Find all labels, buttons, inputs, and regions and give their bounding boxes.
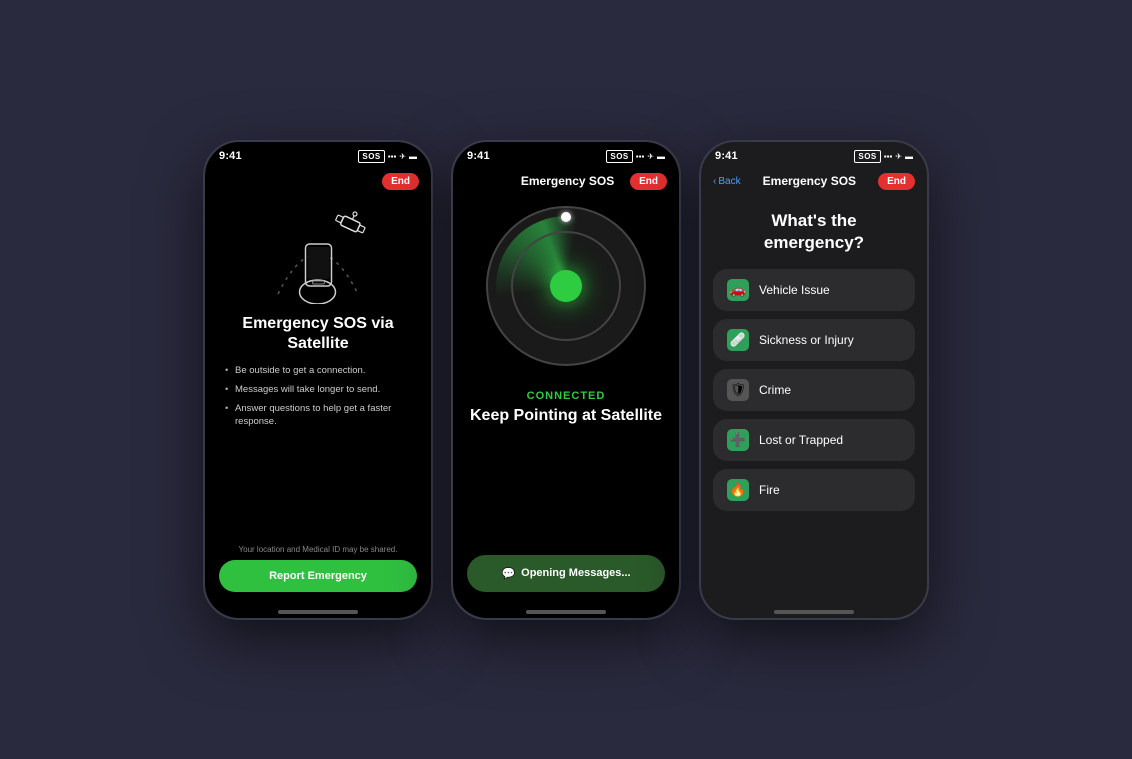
phone-frame-1: 9:41 SOS ▪▪▪ ✈ ▬ End [203, 140, 433, 620]
sos-badge-1: SOS [358, 150, 384, 163]
nav-bar-1: End [205, 167, 431, 196]
phone-frame-3: 9:41 SOS ▪▪▪ ✈ ▬ ‹ Back Emergency SOS En… [699, 140, 929, 620]
report-emergency-button[interactable]: Report Emergency [219, 560, 417, 592]
status-bar-2: 9:41 SOS ▪▪▪ ✈ ▬ [453, 142, 679, 167]
battery-icon-1: ▬ [409, 152, 417, 161]
power-button-2 [679, 222, 681, 252]
status-bar-1: 9:41 SOS ▪▪▪ ✈ ▬ [205, 142, 431, 167]
lost-icon: ➕ [727, 429, 749, 451]
satellite-illustration [258, 204, 378, 304]
mute-button-3 [699, 212, 701, 232]
status-icons-1: SOS ▪▪▪ ✈ ▬ [358, 150, 417, 163]
option-vehicle[interactable]: 🚗 Vehicle Issue [713, 269, 915, 311]
option-lost[interactable]: ➕ Lost or Trapped [713, 419, 915, 461]
status-time-3: 9:41 [715, 150, 738, 162]
volume-up-button [203, 242, 205, 270]
sickness-label: Sickness or Injury [759, 333, 854, 347]
opening-messages-text: Opening Messages... [521, 567, 630, 579]
opening-messages-button[interactable]: 💬 Opening Messages... [467, 555, 665, 592]
fire-icon: 🔥 [727, 479, 749, 501]
phone-screen-1: 9:41 SOS ▪▪▪ ✈ ▬ End [205, 142, 431, 618]
phone-3: 9:41 SOS ▪▪▪ ✈ ▬ ‹ Back Emergency SOS En… [699, 140, 929, 620]
status-time-2: 9:41 [467, 150, 490, 162]
keep-pointing-label: Keep Pointing at Satellite [470, 406, 662, 427]
battery-icon-2: ▬ [657, 152, 665, 161]
volume-down-button [203, 280, 205, 308]
vehicle-label: Vehicle Issue [759, 283, 830, 297]
phone-hand-svg [291, 234, 346, 304]
wifi-icon-2: ✈ [647, 152, 654, 161]
fire-label: Fire [759, 483, 780, 497]
signal-icon-1: ▪▪▪ [388, 152, 397, 161]
connected-label: CONNECTED [527, 390, 606, 402]
screen-connected: CONNECTED Keep Pointing at Satellite 💬 O… [453, 196, 679, 604]
mute-button [203, 212, 205, 232]
radar-satellite-dot [561, 212, 571, 222]
phone-screen-3: 9:41 SOS ▪▪▪ ✈ ▬ ‹ Back Emergency SOS En… [701, 142, 927, 618]
battery-icon-3: ▬ [905, 152, 913, 161]
bullet-2: Messages will take longer to send. [225, 384, 417, 397]
home-indicator-3 [774, 610, 854, 614]
volume-down-button-3 [699, 280, 701, 308]
screen1-title: Emergency SOS via Satellite [219, 314, 417, 356]
radar-center-dot [550, 270, 582, 302]
crime-label: Crime [759, 383, 791, 397]
nav-bar-2: Emergency SOS End [453, 167, 679, 196]
signal-icon-2: ▪▪▪ [636, 152, 645, 161]
back-label: Back [718, 176, 740, 187]
nav-bar-3: ‹ Back Emergency SOS End [701, 167, 927, 196]
screen1-bullets: Be outside to get a connection. Messages… [219, 365, 417, 434]
phone-frame-2: 9:41 SOS ▪▪▪ ✈ ▬ Emergency SOS End [451, 140, 681, 620]
bullet-1: Be outside to get a connection. [225, 365, 417, 378]
option-crime[interactable]: 🛡 Crime [713, 369, 915, 411]
phone-2: 9:41 SOS ▪▪▪ ✈ ▬ Emergency SOS End [451, 140, 681, 620]
home-indicator-1 [278, 610, 358, 614]
bullet-3: Answer questions to help get a faster re… [225, 403, 417, 429]
phone-1: 9:41 SOS ▪▪▪ ✈ ▬ End [203, 140, 433, 620]
screen1-footer: Your location and Medical ID may be shar… [219, 545, 417, 592]
message-icon: 💬 [501, 567, 515, 580]
sos-badge-2: SOS [606, 150, 632, 163]
status-icons-3: SOS ▪▪▪ ✈ ▬ [854, 150, 913, 163]
sos-badge-3: SOS [854, 150, 880, 163]
volume-up-button-3 [699, 242, 701, 270]
chevron-left-icon: ‹ [713, 176, 716, 187]
radar-container [486, 206, 646, 366]
nav-title-2: Emergency SOS [505, 174, 630, 188]
crime-icon: 🛡 [727, 379, 749, 401]
vehicle-icon: 🚗 [727, 279, 749, 301]
end-button-2[interactable]: End [630, 173, 667, 190]
lost-label: Lost or Trapped [759, 433, 843, 447]
phone-screen-2: 9:41 SOS ▪▪▪ ✈ ▬ Emergency SOS End [453, 142, 679, 618]
volume-down-button-2 [451, 280, 453, 308]
option-sickness[interactable]: 🩹 Sickness or Injury [713, 319, 915, 361]
mute-button-2 [451, 212, 453, 232]
status-icons-2: SOS ▪▪▪ ✈ ▬ [606, 150, 665, 163]
sickness-icon: 🩹 [727, 329, 749, 351]
power-button-3 [927, 222, 929, 252]
status-time-1: 9:41 [219, 150, 242, 162]
end-button-3[interactable]: End [878, 173, 915, 190]
status-bar-3: 9:41 SOS ▪▪▪ ✈ ▬ [701, 142, 927, 167]
home-indicator-2 [526, 610, 606, 614]
emergency-question-heading: What's the emergency? [713, 196, 915, 270]
power-button [431, 222, 433, 252]
option-fire[interactable]: 🔥 Fire [713, 469, 915, 511]
volume-up-button-2 [451, 242, 453, 270]
nav-title-3: Emergency SOS [741, 174, 879, 188]
signal-icon-3: ▪▪▪ [884, 152, 893, 161]
screen-intro: Emergency SOS via Satellite Be outside t… [205, 196, 431, 604]
screen-what-emergency: What's the emergency? 🚗 Vehicle Issue 🩹 … [701, 196, 927, 604]
end-button-1[interactable]: End [382, 173, 419, 190]
back-button-3[interactable]: ‹ Back [713, 176, 741, 187]
location-notice: Your location and Medical ID may be shar… [239, 545, 398, 554]
wifi-icon-1: ✈ [399, 152, 406, 161]
wifi-icon-3: ✈ [895, 152, 902, 161]
emergency-options-list: 🚗 Vehicle Issue 🩹 Sickness or Injury 🛡 C… [713, 269, 915, 591]
